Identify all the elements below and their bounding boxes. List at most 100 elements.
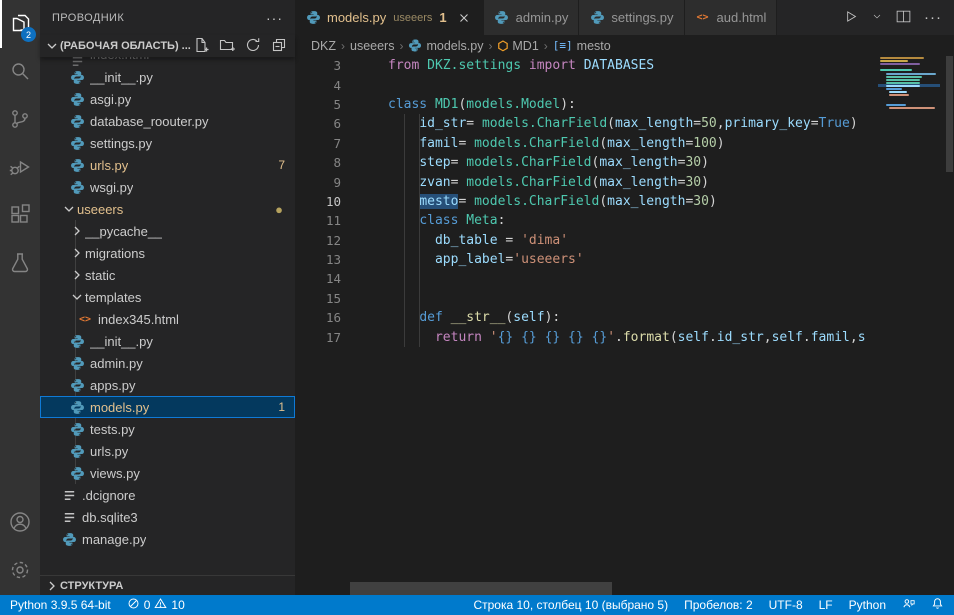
code-line-17[interactable]: 17 return '{} {} {} {} {}'.format(self.i…: [295, 327, 878, 346]
code-line-8[interactable]: 8 step= models.CharField(max_length=30): [295, 153, 878, 172]
activity-testing[interactable]: [0, 240, 40, 288]
tree-item-manage-py[interactable]: manage.py: [40, 528, 295, 550]
status-encoding[interactable]: UTF-8: [769, 598, 803, 612]
activity-run-debug[interactable]: [0, 144, 40, 192]
tree-item-wsgi-py[interactable]: wsgi.py: [40, 176, 295, 198]
tab-aud-html[interactable]: <>aud.html: [685, 0, 778, 35]
code-line-15[interactable]: 15: [295, 289, 878, 308]
chevron-down-sm-icon: [871, 10, 883, 25]
tree-folder-static[interactable]: static: [40, 264, 295, 286]
tree-item-settings-py[interactable]: settings.py: [40, 132, 295, 154]
breadcrumb-MD1[interactable]: ⬡MD1: [497, 38, 538, 53]
run-button[interactable]: [842, 8, 859, 28]
tab-admin-py[interactable]: admin.py: [484, 0, 580, 35]
activity-extensions[interactable]: [0, 192, 40, 240]
tree-item-views-py[interactable]: views.py: [40, 462, 295, 484]
minimap[interactable]: [878, 56, 940, 595]
new-file-button[interactable]: [191, 36, 211, 56]
activity-source-control[interactable]: [0, 96, 40, 144]
editor-group: models.pyuseeers1admin.pysettings.py<>au…: [295, 0, 954, 595]
tree-item-index345-html[interactable]: <>index345.html: [40, 308, 295, 330]
status-cursor-position[interactable]: Строка 10, столбец 10 (выбрано 5): [473, 598, 668, 612]
tree-item-urls-py[interactable]: urls.py: [40, 440, 295, 462]
code-line-4[interactable]: 4: [295, 75, 878, 94]
horizontal-scrollbar-thumb[interactable]: [350, 582, 612, 595]
line-number: 17: [295, 330, 341, 345]
breadcrumb-models-py[interactable]: models.py: [408, 39, 483, 53]
status-python-interpreter[interactable]: Python 3.9.5 64-bit: [10, 598, 111, 612]
tab-settings-py[interactable]: settings.py: [579, 0, 684, 35]
tree-item-index-html[interactable]: index.html: [40, 57, 295, 66]
tree-folder-migrations[interactable]: migrations: [40, 242, 295, 264]
status-feedback[interactable]: [902, 597, 915, 613]
collapse-all-button[interactable]: [269, 36, 289, 56]
status-eol[interactable]: LF: [819, 598, 833, 612]
tree-item-admin-py[interactable]: admin.py: [40, 352, 295, 374]
code-line-14[interactable]: 14: [295, 269, 878, 288]
tree-item-models-py[interactable]: models.py1: [40, 396, 295, 418]
code-line-5[interactable]: 5class MD1(models.Model):: [295, 95, 878, 114]
breadcrumb-mesto[interactable]: [≡]mesto: [553, 39, 611, 53]
code-line-10[interactable]: 10 mesto= models.CharField(max_length=30…: [295, 192, 878, 211]
tree-item-db-sqlite3[interactable]: db.sqlite3: [40, 506, 295, 528]
breadcrumb-useeers[interactable]: useeers: [350, 39, 394, 53]
refresh-button[interactable]: [243, 36, 263, 56]
tree-item-urls-py[interactable]: urls.py7: [40, 154, 295, 176]
tree-folder--pycache-[interactable]: __pycache__: [40, 220, 295, 242]
breadcrumb-DKZ[interactable]: DKZ: [311, 39, 336, 53]
python-file-icon: [69, 333, 85, 349]
tree-item-database-roouter-py[interactable]: database_roouter.py: [40, 110, 295, 132]
tree-item--init-py[interactable]: __init__.py: [40, 66, 295, 88]
split-editor-button[interactable]: [895, 8, 912, 28]
status-language-mode[interactable]: Python: [849, 598, 886, 612]
code-editor[interactable]: 3from DKZ.settings import DATABASES45cla…: [295, 56, 954, 595]
run-dropdown-button[interactable]: [871, 10, 883, 25]
status-problems[interactable]: 010: [127, 597, 185, 613]
tree-item--dcignore[interactable]: .dcignore: [40, 484, 295, 506]
code-line-12[interactable]: 12 db_table = 'dima': [295, 231, 878, 250]
python-file-icon: [408, 39, 422, 53]
python-file-icon: [69, 421, 85, 437]
python-file-icon: [69, 135, 85, 151]
vertical-scrollbar-thumb[interactable]: [946, 56, 953, 172]
explorer-more-icon[interactable]: ···: [266, 10, 283, 26]
tree-item-label: wsgi.py: [90, 180, 133, 195]
new-folder-button[interactable]: [217, 36, 237, 56]
activity-settings[interactable]: [0, 547, 40, 595]
code-line-13[interactable]: 13 app_label='useeers': [295, 250, 878, 269]
python-file-icon: [69, 399, 85, 415]
activity-accounts[interactable]: [0, 499, 40, 547]
minimap-code-line: [886, 88, 902, 90]
tree-folder-useeers[interactable]: useeers●: [40, 198, 295, 220]
code-line-7[interactable]: 7 famil= models.CharField(max_length=100…: [295, 134, 878, 153]
outline-section-header[interactable]: СТРУКТУРА: [40, 575, 295, 595]
code-line-3[interactable]: 3from DKZ.settings import DATABASES: [295, 56, 878, 75]
status-indentation[interactable]: Пробелов: 2: [684, 598, 753, 612]
code-line-16[interactable]: 16 def __str__(self):: [295, 308, 878, 327]
code-line-6[interactable]: 6 id_str= models.CharField(max_length=50…: [295, 114, 878, 133]
source-control-icon: [8, 107, 32, 134]
tree-item-tests-py[interactable]: tests.py: [40, 418, 295, 440]
code-line-11[interactable]: 11 class Meta:: [295, 211, 878, 230]
code-area[interactable]: 3from DKZ.settings import DATABASES45cla…: [295, 56, 878, 347]
activity-explorer[interactable]: 2: [0, 0, 40, 48]
close-icon[interactable]: [455, 9, 473, 27]
vertical-scrollbar[interactable]: [945, 56, 954, 595]
line-number: 5: [295, 97, 341, 112]
file-tree: index.html__init__.pyasgi.pydatabase_roo…: [40, 57, 295, 575]
error-icon: [127, 597, 140, 613]
workspace-section-header[interactable]: (РАБОЧАЯ ОБЛАСТЬ) ...: [40, 35, 295, 57]
tab-models-py[interactable]: models.pyuseeers1: [295, 0, 484, 35]
tree-item-apps-py[interactable]: apps.py: [40, 374, 295, 396]
tree-item-label: migrations: [85, 246, 145, 261]
tree-item-asgi-py[interactable]: asgi.py: [40, 88, 295, 110]
code-line-9[interactable]: 9 zvan= models.CharField(max_length=30): [295, 172, 878, 191]
activity-search[interactable]: [0, 48, 40, 96]
tree-item-label: db.sqlite3: [82, 510, 138, 525]
line-number: 9: [295, 175, 341, 190]
more-actions-button[interactable]: ···: [924, 9, 942, 26]
refresh-icon: [245, 37, 261, 56]
tree-folder-templates[interactable]: templates: [40, 286, 295, 308]
status-notifications[interactable]: [931, 597, 944, 613]
tree-item--init-py[interactable]: __init__.py: [40, 330, 295, 352]
